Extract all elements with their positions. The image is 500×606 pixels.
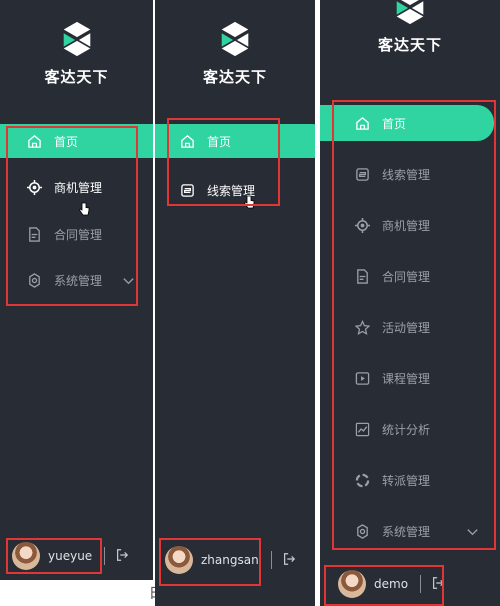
brand-name: 客达天下 — [44, 68, 109, 86]
home-icon — [26, 133, 42, 149]
play-icon — [354, 370, 370, 386]
sidebar-item-label: 首页 — [382, 116, 407, 131]
star-icon — [354, 319, 370, 335]
app-logo: 客达天下 — [320, 0, 500, 55]
avatar[interactable] — [338, 570, 366, 598]
sidebar-panel-1: 客达天下 首页 商机管理 合同管理 系统管理 yueyue — [0, 0, 153, 580]
avatar[interactable] — [12, 542, 40, 570]
chevron-down-icon — [465, 514, 480, 548]
sidebar-item-transfer[interactable]: 转派管理 — [320, 463, 430, 497]
user-footer: zhangsan — [155, 540, 315, 580]
clue-icon — [179, 182, 195, 198]
divider — [270, 551, 272, 569]
sidebar-item-label: 转派管理 — [382, 473, 431, 488]
brand-logo-icon — [216, 20, 254, 58]
divider — [420, 575, 422, 593]
gear-icon — [26, 272, 42, 288]
sidebar-panel-3: 客达天下 首页 线索管理 商机管理 合同管理 活动管理 课程管理 统计分析 转派… — [320, 0, 500, 606]
target-icon — [354, 217, 370, 233]
username: demo — [374, 577, 409, 591]
sidebar-item-contracts[interactable]: 合同管理 — [320, 259, 430, 293]
sidebar-item-label: 商机管理 — [54, 180, 103, 195]
target-icon — [26, 179, 42, 195]
sidebar-item-label: 首页 — [54, 134, 79, 149]
sidebar-panel-2: 客达天下 首页 线索管理 zhangsan — [155, 0, 315, 606]
document-icon — [26, 226, 42, 242]
brand-logo-icon — [391, 0, 429, 26]
logout-icon[interactable] — [431, 575, 445, 594]
sidebar-item-leads[interactable]: 线索管理 — [155, 173, 255, 207]
user-footer: demo — [320, 564, 500, 604]
sidebar-item-label: 合同管理 — [382, 269, 431, 284]
divider — [104, 547, 106, 565]
brand-logo-icon — [58, 20, 96, 58]
sidebar-item-label: 系统管理 — [382, 524, 431, 539]
sidebar-item-label: 线索管理 — [382, 167, 431, 182]
home-icon — [179, 133, 195, 149]
brand-name: 客达天下 — [377, 36, 442, 54]
transfer-icon — [354, 472, 370, 488]
document-icon — [354, 268, 370, 284]
chevron-down-icon — [121, 263, 136, 297]
sidebar-item-activities[interactable]: 活动管理 — [320, 310, 430, 344]
hand-cursor-icon — [78, 202, 90, 216]
sidebar-item-system[interactable]: 系统管理 — [0, 263, 136, 297]
sidebar-item-system[interactable]: 系统管理 — [320, 514, 480, 548]
sidebar-item-label: 活动管理 — [382, 320, 431, 335]
logout-icon[interactable] — [282, 551, 296, 570]
sidebar-item-home[interactable]: 首页 — [320, 105, 494, 141]
sidebar-item-opportunities[interactable]: 商机管理 — [320, 208, 430, 242]
sidebar-item-label: 统计分析 — [382, 422, 431, 437]
app-logo: 客达天下 — [155, 20, 315, 87]
sidebar-item-contracts[interactable]: 合同管理 — [0, 217, 102, 251]
logout-icon[interactable] — [115, 547, 129, 566]
hand-cursor-icon — [243, 195, 255, 209]
sidebar-item-opportunities[interactable]: 商机管理 — [0, 170, 102, 204]
avatar[interactable] — [165, 546, 193, 574]
sidebar-item-label: 课程管理 — [382, 371, 431, 386]
sidebar-item-label: 商机管理 — [382, 218, 431, 233]
home-icon — [354, 115, 370, 131]
sidebar-item-home[interactable]: 首页 — [0, 124, 153, 158]
username: zhangsan — [201, 553, 259, 567]
brand-name: 客达天下 — [202, 68, 267, 86]
sidebar-item-home[interactable]: 首页 — [155, 124, 315, 158]
sidebar-item-label: 系统管理 — [54, 273, 103, 288]
sidebar-item-leads[interactable]: 线索管理 — [320, 157, 430, 191]
sidebar-item-label: 合同管理 — [54, 227, 103, 242]
app-logo: 客达天下 — [0, 20, 153, 87]
sidebar-item-label: 首页 — [207, 134, 232, 149]
clue-icon — [354, 166, 370, 182]
user-footer: yueyue — [0, 536, 153, 576]
chart-icon — [354, 421, 370, 437]
gear-icon — [354, 523, 370, 539]
sidebar-item-courses[interactable]: 课程管理 — [320, 361, 430, 395]
username: yueyue — [48, 549, 93, 563]
sidebar-item-statistics[interactable]: 统计分析 — [320, 412, 430, 446]
